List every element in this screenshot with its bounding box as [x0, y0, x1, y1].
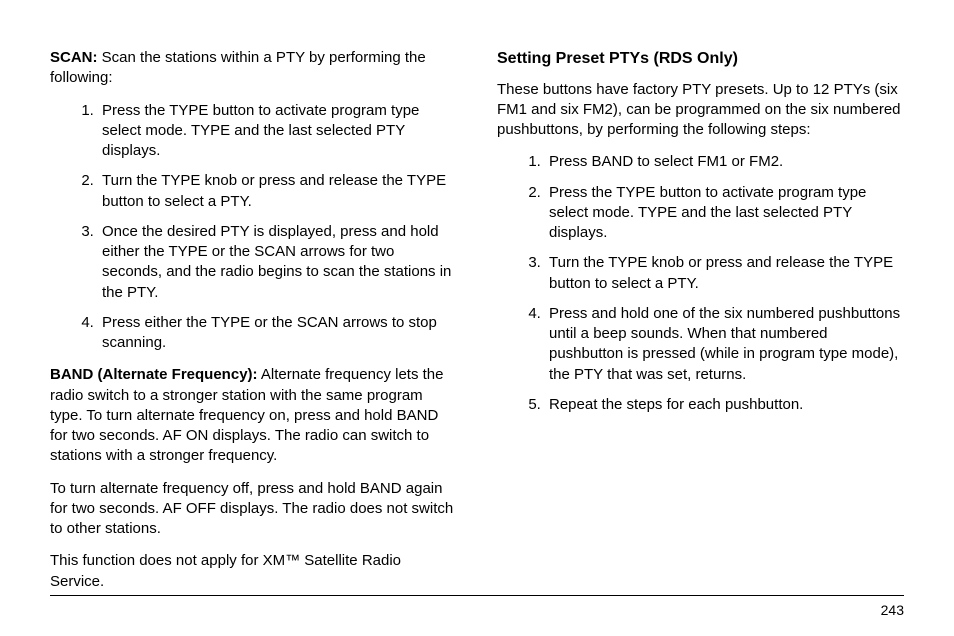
list-item: Once the desired PTY is displayed, press…	[98, 222, 457, 303]
band-lead: BAND (Alternate Frequency):	[50, 366, 258, 383]
list-item: Turn the TYPE knob or press and release …	[98, 171, 457, 212]
page-number: 243	[881, 601, 904, 620]
list-item: Press the TYPE button to activate progra…	[545, 183, 904, 244]
section-heading: Setting Preset PTYs (RDS Only)	[497, 48, 904, 70]
list-item: Repeat the steps for each pushbutton.	[545, 395, 904, 415]
left-column: SCAN: Scan the stations within a PTY by …	[50, 48, 457, 604]
band-off-paragraph: To turn alternate frequency off, press a…	[50, 479, 457, 540]
list-item: Press the TYPE button to activate progra…	[98, 101, 457, 162]
list-item: Turn the TYPE knob or press and release …	[545, 253, 904, 294]
band-paragraph: BAND (Alternate Frequency): Alternate fr…	[50, 365, 457, 466]
intro-paragraph: These buttons have factory PTY presets. …	[497, 80, 904, 141]
scan-paragraph: SCAN: Scan the stations within a PTY by …	[50, 48, 457, 89]
page-columns: SCAN: Scan the stations within a PTY by …	[50, 48, 904, 604]
footer-rule	[50, 595, 904, 596]
right-column: Setting Preset PTYs (RDS Only) These but…	[497, 48, 904, 604]
list-item: Press BAND to select FM1 or FM2.	[545, 152, 904, 172]
list-item: Press either the TYPE or the SCAN arrows…	[98, 313, 457, 354]
scan-steps-list: Press the TYPE button to activate progra…	[50, 101, 457, 354]
list-item: Press and hold one of the six numbered p…	[545, 304, 904, 385]
preset-steps-list: Press BAND to select FM1 or FM2. Press t…	[497, 152, 904, 415]
band-note-paragraph: This function does not apply for XM™ Sat…	[50, 551, 457, 592]
scan-lead: SCAN:	[50, 49, 98, 66]
scan-text: Scan the stations within a PTY by perfor…	[50, 49, 426, 86]
